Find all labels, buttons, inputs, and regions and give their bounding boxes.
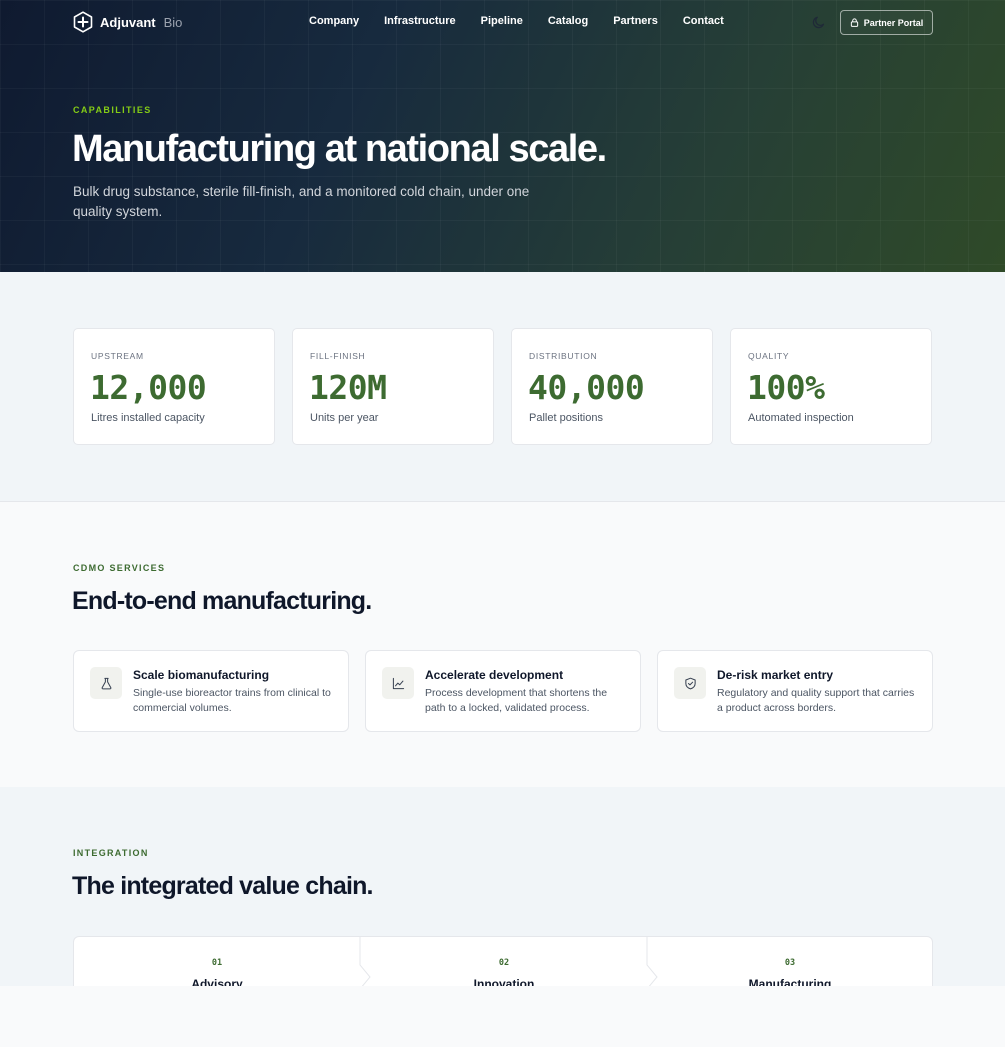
step-name: Manufacturing [748,977,832,986]
service-icon-wrap [674,667,706,699]
stat-card-quality: QUALITY 100% Automated inspection [730,328,932,445]
service-description: Single-use bioreactor trains from clinic… [133,687,331,714]
step-number: 02 [498,958,510,968]
service-description: Process development that shortens the pa… [425,687,608,714]
hexagon-cross-icon [73,11,93,33]
integration-section: INTEGRATION The integrated value chain. … [0,787,1005,986]
nav-link-infrastructure[interactable]: Infrastructure [384,15,456,27]
stat-card-upstream: UPSTREAM 12,000 Litres installed capacit… [73,328,275,445]
partner-portal-label: Partner Portal [863,17,924,28]
step-number: 03 [784,958,796,968]
service-card-derisk[interactable]: De-risk market entry Regulatory and qual… [657,650,933,732]
stat-caption: Litres installed capacity [91,412,205,424]
services-section: CDMO SERVICES End-to-end manufacturing. … [0,502,1005,787]
stat-label: FILL-FINISH [310,351,366,361]
service-icon-wrap [382,667,414,699]
nav-link-contact[interactable]: Contact [683,15,724,27]
stat-label: DISTRIBUTION [529,351,598,361]
service-icon-wrap [90,667,122,699]
step-name: Advisory [191,977,243,986]
value-chain: 01 Advisory 02 Innovation 03 Manufacturi… [73,936,933,986]
service-title: De-risk market entry [717,668,834,682]
nav-link-company[interactable]: Company [309,15,359,27]
brand-suffix: Bio [163,14,183,30]
partner-portal-button[interactable]: Partner Portal [840,10,933,35]
moon-icon[interactable] [811,14,827,30]
step-name: Innovation [473,977,535,986]
hero-title: Manufacturing at national scale. [72,128,607,170]
stat-label: QUALITY [748,351,790,361]
chain-step-innovation[interactable]: 02 Innovation [361,937,647,986]
shield-check-icon [684,677,696,689]
integration-title: The integrated value chain. [72,872,374,900]
brand-logo-link[interactable]: Adjuvant Bio [73,11,182,33]
services-title: End-to-end manufacturing. [72,587,372,615]
step-number: 01 [211,958,223,968]
nav-links: Company Infrastructure Pipeline Catalog … [309,15,724,27]
line-chart-icon [392,677,404,689]
nav-link-partners[interactable]: Partners [613,15,658,27]
service-title: Scale biomanufacturing [133,668,270,682]
lock-icon [850,18,858,27]
stats-section: UPSTREAM 12,000 Litres installed capacit… [0,272,1005,502]
hero-eyebrow: CAPABILITIES [73,105,152,115]
chain-step-advisory[interactable]: 01 Advisory [74,937,360,986]
flask-icon [101,677,111,689]
stat-value: 12,000 [90,368,207,407]
nav-link-pipeline[interactable]: Pipeline [481,15,523,27]
stat-caption: Units per year [310,412,379,424]
top-navigation: Adjuvant Bio Company Infrastructure Pipe… [0,0,1005,44]
integration-eyebrow: INTEGRATION [73,848,149,858]
chain-step-manufacturing[interactable]: 03 Manufacturing [647,937,932,986]
service-card-accelerate[interactable]: Accelerate development Process developme… [365,650,641,732]
hero-description: Bulk drug substance, sterile fill-finish… [73,184,530,219]
stat-value: 40,000 [528,368,645,407]
stat-value: 100% [747,368,825,407]
stat-card-distribution: DISTRIBUTION 40,000 Pallet positions [511,328,713,445]
nav-link-catalog[interactable]: Catalog [548,15,588,27]
stat-value: 120M [309,368,387,407]
service-title: Accelerate development [425,668,564,682]
services-eyebrow: CDMO SERVICES [73,563,166,573]
service-description: Regulatory and quality support that carr… [717,687,915,714]
stat-caption: Pallet positions [529,412,603,424]
stat-caption: Automated inspection [748,412,854,424]
stat-label: UPSTREAM [91,351,144,361]
hero-section: Adjuvant Bio Company Infrastructure Pipe… [0,0,1005,272]
page-bottom-area [0,986,1005,1047]
brand-name: Adjuvant [100,14,156,30]
stat-card-fill-finish: FILL-FINISH 120M Units per year [292,328,494,445]
service-card-scale[interactable]: Scale biomanufacturing Single-use biorea… [73,650,349,732]
